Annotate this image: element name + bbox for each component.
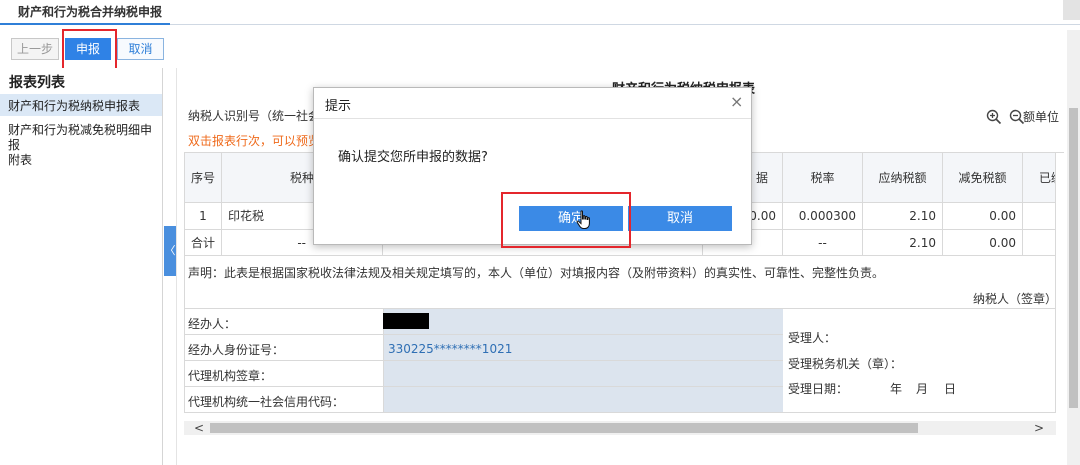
receipt-date-label: 受理日期： — [788, 382, 849, 396]
handler-id-value: 330225********1021 — [388, 342, 513, 356]
sidebar-title: 报表列表 — [9, 75, 65, 91]
confirm-cancel-button[interactable]: 取消 — [628, 206, 732, 231]
table-row-rate[interactable]: 0.000300 — [783, 203, 863, 230]
cancel-button[interactable]: 取消 — [117, 38, 164, 60]
report-list-sidebar: 报表列表 财产和行为税纳税申报表 财产和行为税减免税明细申报 附表 — [0, 68, 163, 465]
col-header-rate: 税率 — [783, 153, 863, 203]
handler-value[interactable] — [383, 309, 783, 334]
tab-property-behavior-tax[interactable]: 财产和行为税合并纳税申报 — [0, 0, 170, 25]
receiver-label: 受理人： — [788, 331, 837, 345]
handler-name-redacted — [383, 313, 429, 329]
sidebar-item-exemption-form[interactable]: 财产和行为税减免税明细申报 附表 — [0, 120, 162, 167]
horizontal-scrollbar[interactable]: < > — [184, 421, 1056, 435]
tab-bar: 财产和行为税合并纳税申报 — [0, 0, 1080, 25]
horizontal-scroll-thumb[interactable] — [210, 423, 918, 433]
ok-highlight-box — [501, 192, 631, 248]
col-header-exempt: 减免税额 — [943, 153, 1023, 203]
vertical-scrollbar[interactable] — [1067, 30, 1080, 465]
table-row-paid[interactable] — [1023, 203, 1056, 230]
dialog-divider — [314, 118, 751, 119]
table-row-seq[interactable]: 1 — [185, 203, 222, 230]
vertical-scroll-thumb[interactable] — [1069, 108, 1078, 408]
splitter — [176, 68, 177, 465]
top-scroll-stub — [1063, 0, 1080, 20]
zoom-in-icon[interactable] — [985, 108, 1003, 126]
dblclick-hint: 双击报表行次，可以预览 — [188, 134, 321, 148]
agency-seal-row: 代理机构签章： — [184, 361, 783, 387]
prev-step-button[interactable]: 上一步 — [11, 38, 59, 60]
submit-highlight-box — [62, 29, 117, 72]
table-row-payable[interactable]: 2.10 — [863, 203, 943, 230]
agency-seal-label: 代理机构签章： — [188, 369, 273, 383]
taxpayer-sign-label: 纳税人（签章） — [973, 292, 1058, 306]
col-header-seq: 序号 — [185, 153, 222, 203]
table-row-exempt[interactable]: 0.00 — [943, 203, 1023, 230]
dialog-title: 提示 — [325, 99, 352, 114]
handler-id-label: 经办人身份证号： — [188, 343, 285, 357]
declaration-text: 声明：此表是根据国家税收法律法规及相关规定填写的，本人（单位）对填报内容（及附带… — [188, 266, 885, 280]
agency-code-row: 代理机构统一社会信用代码： — [184, 387, 783, 413]
dialog-message: 确认提交您所申报的数据? — [338, 150, 488, 165]
total-row-rate: -- — [783, 230, 863, 256]
receipt-month-label: 月 — [916, 382, 929, 396]
sidebar-item-label-line2: 附表 — [8, 153, 33, 167]
agency-seal-value[interactable] — [383, 361, 783, 386]
scroll-right-icon[interactable]: > — [1032, 421, 1046, 435]
agency-code-value[interactable] — [383, 387, 783, 412]
total-row-label: 合计 — [185, 230, 222, 256]
scroll-left-icon[interactable]: < — [192, 421, 206, 435]
col-header-paid: 已缴 — [1023, 153, 1056, 203]
handler-row: 经办人： — [184, 309, 783, 335]
amount-unit-label: 额单位 — [1023, 110, 1060, 124]
total-row-paid — [1023, 230, 1056, 256]
sidebar-item-main-form[interactable]: 财产和行为税纳税申报表 — [0, 94, 162, 116]
sidebar-item-label-line1: 财产和行为税减免税明细申报 — [8, 123, 153, 152]
collapse-sidebar-button[interactable]: 〈 — [164, 226, 176, 276]
tax-office-label: 受理税务机关（章）： — [788, 357, 903, 371]
col-header-payable: 应纳税额 — [863, 153, 943, 203]
hand-cursor-icon — [576, 210, 590, 229]
receipt-year-label: 年 — [890, 382, 903, 396]
agency-code-label: 代理机构统一社会信用代码： — [188, 395, 345, 409]
taxpayer-id-label: 纳税人识别号（统一社会信 — [188, 109, 333, 123]
handler-label: 经办人： — [188, 317, 237, 331]
close-icon[interactable]: × — [730, 94, 743, 110]
total-row-payable: 2.10 — [863, 230, 943, 256]
total-row-exempt: 0.00 — [943, 230, 1023, 256]
receipt-day-label: 日 — [944, 382, 957, 396]
